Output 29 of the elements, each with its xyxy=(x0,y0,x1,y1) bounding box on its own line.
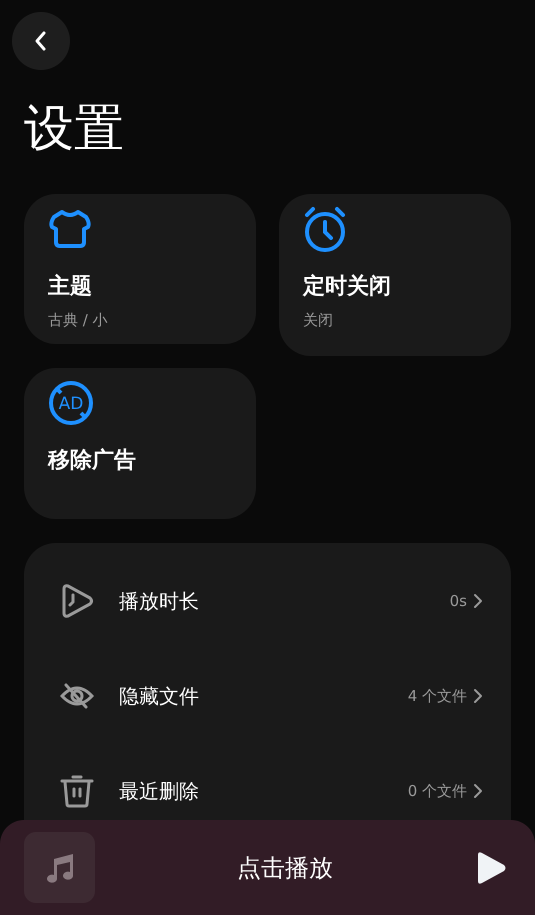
row-value: 4 个文件 xyxy=(408,686,467,706)
no-ads-icon: AD xyxy=(48,380,94,426)
shirt-icon xyxy=(48,208,92,250)
settings-row[interactable]: 最近删除 0 个文件 xyxy=(24,763,511,819)
chevron-icon xyxy=(473,783,483,799)
settings-row[interactable]: 播放时长 0s xyxy=(24,573,511,629)
play-clock-icon xyxy=(60,583,94,619)
row-label: 播放时长 xyxy=(119,588,200,614)
card-title: 主题 xyxy=(48,272,93,301)
player-text[interactable]: 点击播放 xyxy=(95,852,475,884)
page-title: 设置 xyxy=(24,98,124,159)
eye-off-icon xyxy=(60,682,94,710)
alarm-clock-icon xyxy=(303,206,347,252)
card-title: 定时关闭 xyxy=(303,272,392,301)
setting-card[interactable]: 主题 古典 / 小 xyxy=(24,194,256,344)
chevron-icon xyxy=(473,688,483,704)
setting-card[interactable]: 定时关闭 关闭 xyxy=(279,194,511,356)
setting-card[interactable]: AD 移除广告 xyxy=(24,368,256,519)
play-button[interactable] xyxy=(475,850,507,884)
row-label: 隐藏文件 xyxy=(119,682,200,710)
card-subtitle: 古典 / 小 xyxy=(48,310,109,330)
row-value: 0s xyxy=(450,592,467,610)
settings-row[interactable]: 隐藏文件 4 个文件 xyxy=(24,668,511,724)
trash-icon xyxy=(60,774,94,808)
chevron-icon xyxy=(473,593,483,609)
row-label: 最近删除 xyxy=(119,778,200,804)
card-title: 移除广告 xyxy=(48,447,137,475)
card-subtitle: 关闭 xyxy=(303,310,334,330)
row-value: 0 个文件 xyxy=(408,782,467,800)
